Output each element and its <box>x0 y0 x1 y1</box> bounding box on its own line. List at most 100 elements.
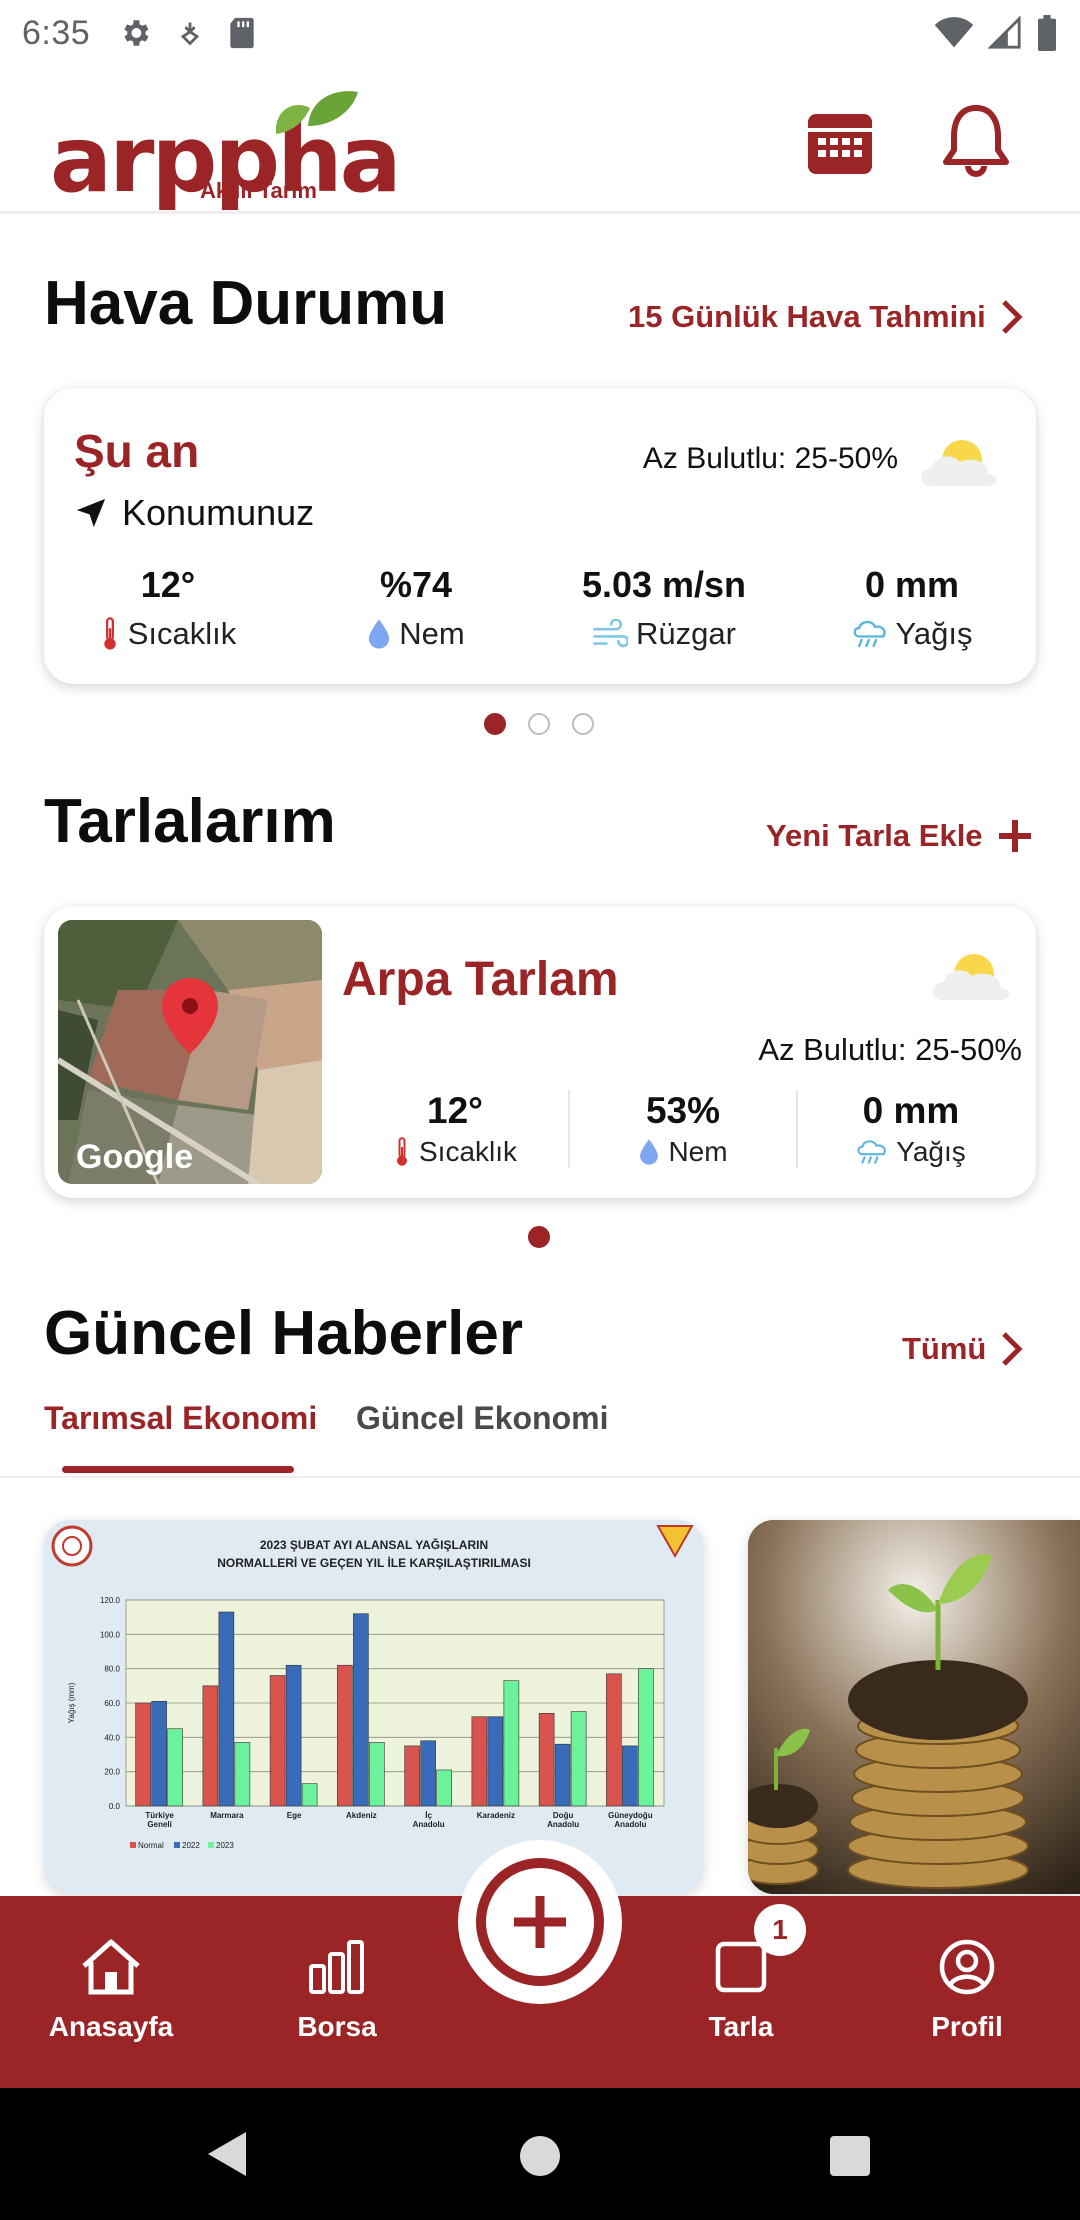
location-label: Konumunuz <box>122 492 315 533</box>
back-icon[interactable] <box>204 2130 248 2178</box>
location: Konumunuz <box>74 492 314 534</box>
add-field-link[interactable]: Yeni Tarla Ekle <box>766 818 1033 854</box>
chevron-right-icon <box>1002 1332 1023 1366</box>
stat-label: Nem <box>399 616 465 651</box>
now-label: Şu an <box>74 425 200 477</box>
legend-label: 2023 <box>216 1841 234 1850</box>
x-tick-label: Güneydoğu <box>608 1811 653 1820</box>
bar-normal <box>404 1745 420 1807</box>
droplet-icon <box>640 1139 659 1165</box>
add-fab-button[interactable] <box>458 1840 622 2004</box>
stat-temperature: 12° Sıcaklık <box>44 564 292 652</box>
bar-normal <box>202 1685 219 1807</box>
all-news-link[interactable]: Tümü <box>902 1330 1024 1368</box>
stat-precipitation: 0 mm Yağış <box>788 564 1036 652</box>
field-condition: Az Bulutlu: 25-50% <box>758 1032 1022 1067</box>
news-card[interactable] <box>748 1520 1080 1894</box>
pager-dot[interactable] <box>572 713 594 735</box>
nav-label: Borsa <box>297 2011 377 2042</box>
y-tick-label: 0.0 <box>109 1802 121 1811</box>
stat-wind: 5.03 m/sn Rüzgar <box>540 564 788 652</box>
legend-swatch <box>174 1842 180 1848</box>
current-weather-card[interactable]: Şu an Konumunuz Az Bulutlu: 25-50% 12° S… <box>44 388 1036 684</box>
stat-value: 53% <box>645 1090 721 1131</box>
navigation-arrow-icon <box>76 498 106 528</box>
pager-dot-active[interactable] <box>484 713 506 735</box>
bar-2023 <box>234 1742 251 1807</box>
coins-plant-photo <box>748 1520 1080 1894</box>
fab-ring <box>476 1858 604 1986</box>
pager-dot-active[interactable] <box>528 1226 550 1248</box>
bar-normal <box>471 1716 488 1807</box>
y-tick-label: 120.0 <box>100 1596 121 1605</box>
nav-label: Anasayfa <box>48 2011 174 2042</box>
stat-value: 0 mm <box>862 1090 960 1131</box>
signal-icon <box>988 16 1021 49</box>
home-circle-icon[interactable] <box>518 2134 562 2178</box>
app-logo: arppha Akıllı Tarım <box>50 84 402 213</box>
stat-value: 5.03 m/sn <box>581 564 747 605</box>
nav-profile[interactable]: Profil <box>882 1938 1052 2043</box>
x-tick-label: Türkiye <box>145 1811 174 1820</box>
profile-icon <box>939 1939 995 1995</box>
y-axis-label: Yağış (mm) <box>67 1682 76 1723</box>
home-icon <box>82 1939 140 1995</box>
stat-value: %74 <box>379 564 453 605</box>
bar-2023 <box>570 1711 587 1807</box>
rain-cloud-icon <box>857 1140 887 1164</box>
status-icons-left <box>118 16 256 50</box>
nav-home[interactable]: Anasayfa <box>26 1938 196 2043</box>
calendar-icon <box>808 114 872 174</box>
stat-label: Sıcaklık <box>127 616 237 651</box>
bar-normal <box>337 1664 353 1807</box>
y-tick-label: 80.0 <box>104 1665 120 1674</box>
x-tick-label: Marmara <box>210 1811 244 1820</box>
recents-icon[interactable] <box>828 2134 872 2178</box>
y-tick-label: 100.0 <box>100 1630 121 1639</box>
bar-2022 <box>353 1613 369 1807</box>
field-map-thumbnail[interactable]: Google <box>58 920 322 1184</box>
bar-2022 <box>420 1740 436 1807</box>
bar-2022 <box>285 1664 302 1807</box>
forecast-link-label: 15 Günlük Hava Tahmini <box>628 299 986 334</box>
bar-2022 <box>218 1611 235 1807</box>
nav-market[interactable]: Borsa <box>252 1938 422 2043</box>
field-stat-temperature: 12° Sıcaklık <box>342 1090 570 1168</box>
stat-value: 0 mm <box>864 564 960 605</box>
bar-2022 <box>487 1716 504 1807</box>
calendar-button[interactable] <box>804 106 876 178</box>
bar-2023 <box>369 1742 385 1807</box>
forecast-link[interactable]: 15 Günlük Hava Tahmini <box>628 298 1024 336</box>
all-news-label: Tümü <box>902 1331 987 1366</box>
field-card[interactable]: Google Arpa Tarlam Az Bulutlu: 25-50% 12… <box>44 906 1036 1198</box>
x-tick-label: Karadeniz <box>477 1811 515 1820</box>
tab-agricultural-economy[interactable]: Tarımsal Ekonomi <box>44 1400 317 1437</box>
y-tick-label: 60.0 <box>104 1699 120 1708</box>
status-time: 6:35 <box>22 13 91 52</box>
bar-2023 <box>301 1783 318 1807</box>
add-field-label: Yeni Tarla Ekle <box>766 818 983 853</box>
x-tick-label: Anadolu <box>547 1820 579 1829</box>
app-header: arppha Akıllı Tarım <box>0 66 1080 214</box>
nav-label: Tarla <box>708 2011 774 2042</box>
bar-2023 <box>436 1769 452 1807</box>
bar-2022 <box>151 1700 167 1807</box>
leaf-icon <box>275 91 358 134</box>
x-tick-label: Anadolu <box>614 1820 646 1829</box>
stat-label: Nem <box>668 1136 728 1167</box>
news-card[interactable]: 2023 ŞUBAT AYI ALANSAL YAĞIŞLARIN NORMAL… <box>44 1520 704 1894</box>
bar-2023 <box>638 1668 654 1807</box>
pager-dot[interactable] <box>528 713 550 735</box>
field-stat-humidity: 53% Nem <box>570 1090 798 1168</box>
legend-label: Normal <box>138 1841 164 1850</box>
nav-label: Profil <box>931 2011 1003 2042</box>
rain-cloud-icon <box>853 620 886 648</box>
weather-pager-dots <box>484 713 594 735</box>
news-section-title: Güncel Haberler <box>44 1299 523 1368</box>
notifications-button[interactable] <box>940 102 1012 178</box>
bar-normal <box>538 1713 555 1807</box>
wind-icon <box>593 619 629 648</box>
bar-normal <box>606 1673 622 1807</box>
nav-field[interactable]: Tarla <box>656 1938 826 2043</box>
tab-current-economy[interactable]: Güncel Ekonomi <box>356 1400 608 1437</box>
